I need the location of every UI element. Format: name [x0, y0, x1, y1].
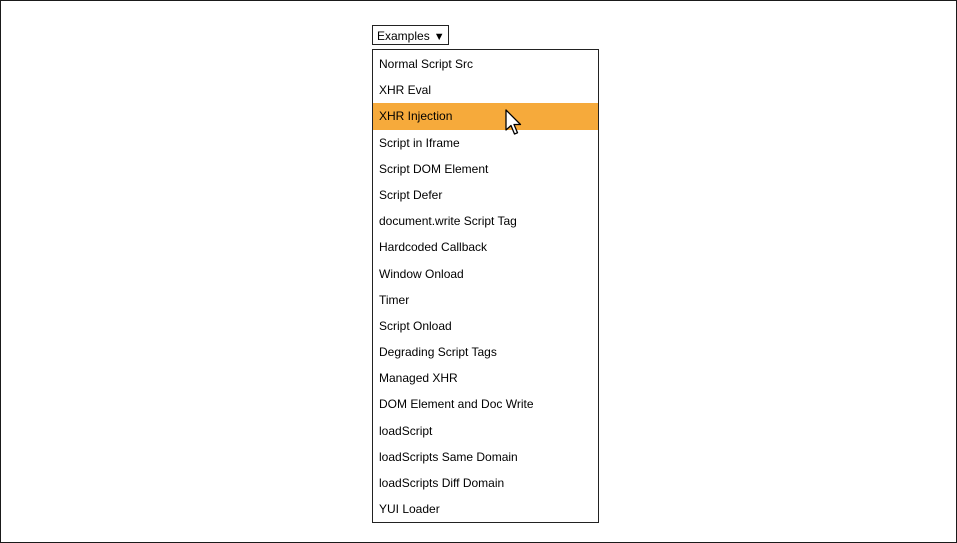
menu-item[interactable]: loadScripts Diff Domain	[373, 470, 598, 496]
examples-menu: Normal Script Src XHR Eval XHR Injection…	[372, 49, 599, 524]
caret-down-icon: ▼	[433, 31, 445, 43]
menu-item[interactable]: Normal Script Src	[373, 51, 598, 77]
examples-dropdown-button[interactable]: Examples ▼	[372, 25, 449, 45]
menu-item[interactable]: Script DOM Element	[373, 156, 598, 182]
menu-item[interactable]: Script Onload	[373, 313, 598, 339]
menu-item[interactable]: XHR Eval	[373, 77, 598, 103]
menu-item[interactable]: YUI Loader	[373, 496, 598, 522]
menu-item[interactable]: loadScript	[373, 418, 598, 444]
mouse-pointer-icon	[505, 109, 522, 135]
menu-item[interactable]: Timer	[373, 287, 598, 313]
menu-item[interactable]: DOM Element and Doc Write	[373, 391, 598, 417]
menu-item[interactable]: Hardcoded Callback	[373, 234, 598, 260]
page-frame: Examples ▼ Normal Script Src XHR Eval XHR…	[0, 0, 957, 543]
menu-item[interactable]: Degrading Script Tags	[373, 339, 598, 365]
menu-item[interactable]: Script Defer	[373, 182, 598, 208]
menu-item[interactable]: Script in Iframe	[373, 130, 598, 156]
menu-item[interactable]: loadScripts Same Domain	[373, 444, 598, 470]
examples-dropdown-label: Examples	[377, 29, 430, 43]
menu-item-highlighted[interactable]: XHR Injection	[373, 103, 598, 130]
menu-item[interactable]: Managed XHR	[373, 365, 598, 391]
menu-item[interactable]: Window Onload	[373, 261, 598, 287]
menu-item[interactable]: document.write Script Tag	[373, 208, 598, 234]
